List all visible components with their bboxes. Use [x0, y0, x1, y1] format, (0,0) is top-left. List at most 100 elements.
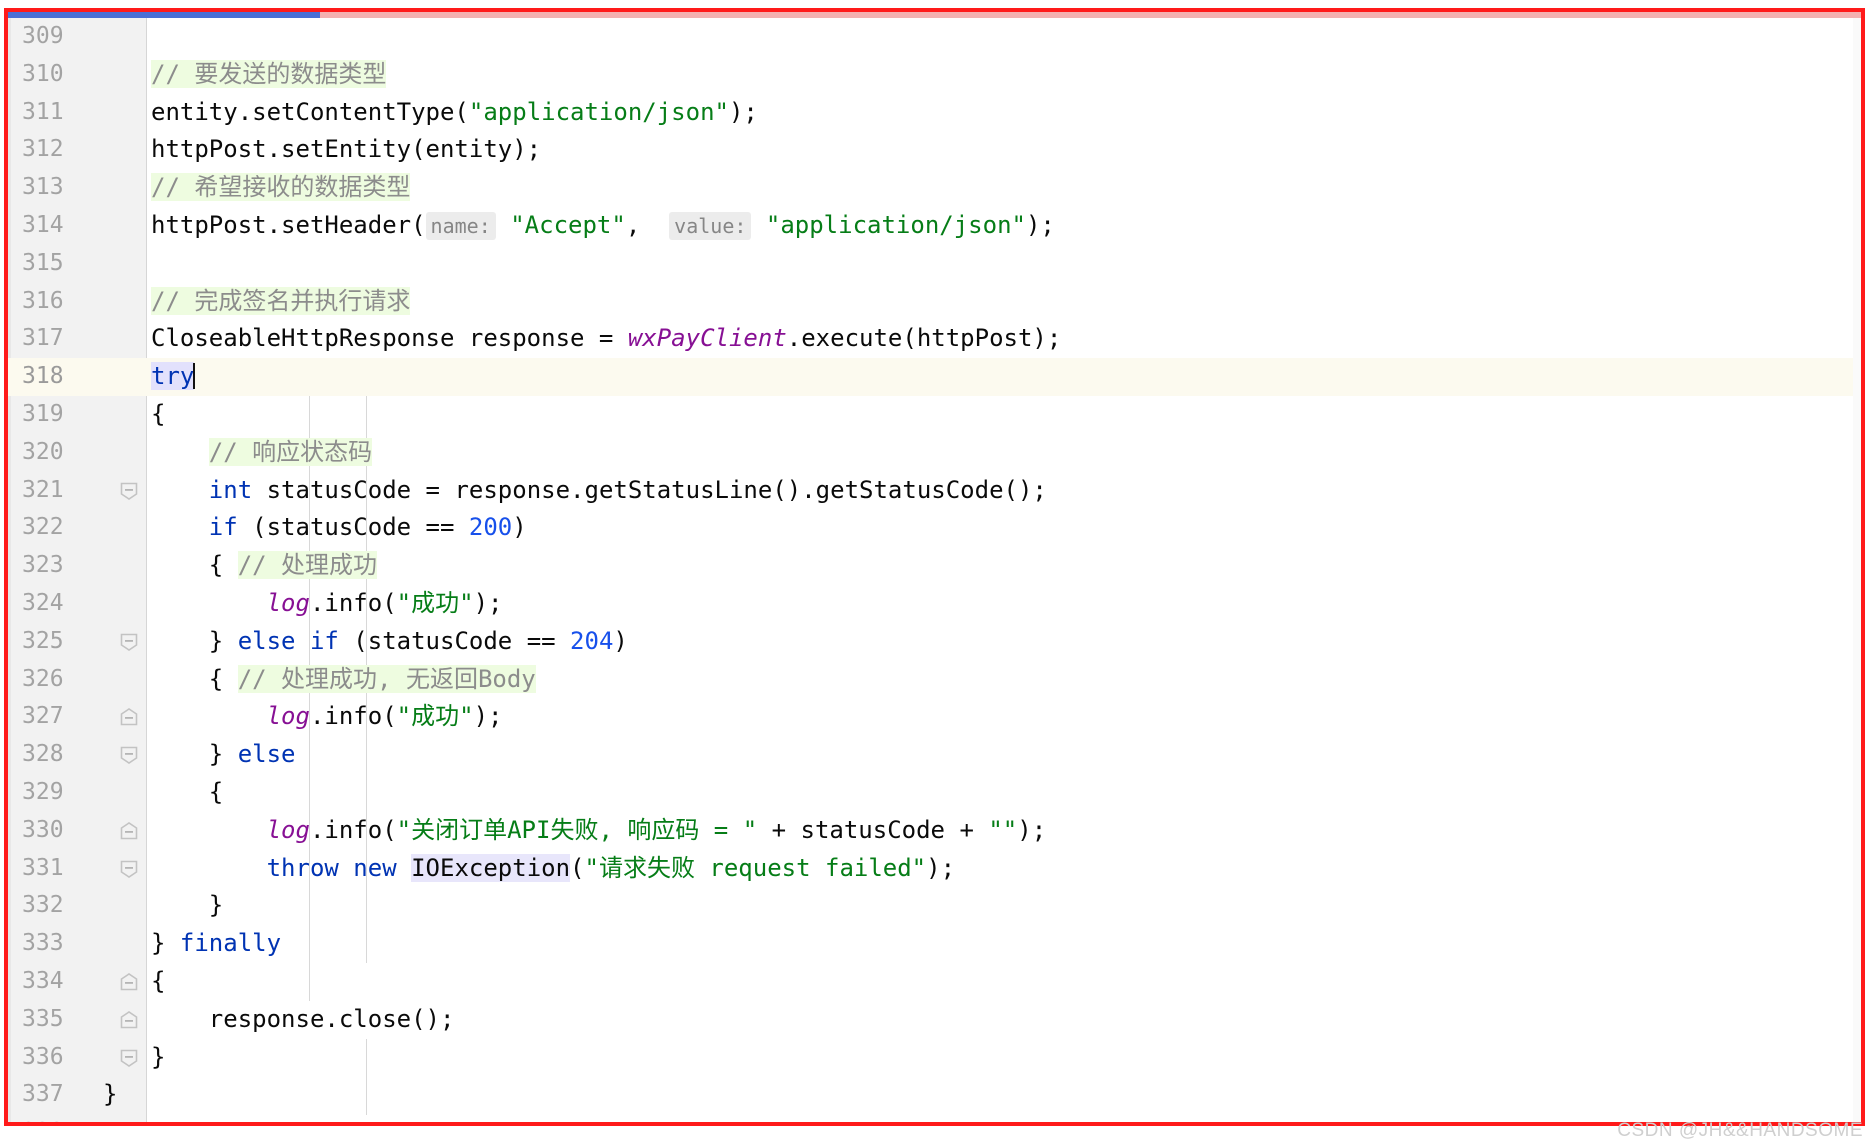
occurrence-highlight: IOException: [411, 853, 571, 882]
line-content: } finally: [151, 929, 282, 958]
line-number: 311: [22, 98, 64, 125]
line-number: 309: [22, 23, 64, 49]
code-lines[interactable]: 309 310 // 要发送的数据类型 311 entity.setConten…: [8, 18, 1861, 1122]
line-number: 322: [22, 514, 64, 541]
text-caret: [193, 363, 196, 390]
code-line[interactable]: 319 {: [8, 396, 1861, 500]
fold-toggle-down-icon[interactable]: [120, 973, 138, 1067]
code-line[interactable]: 323 { // 处理成功: [8, 547, 1861, 651]
line-number: 328: [22, 741, 64, 768]
line-content: log.info("成功");: [266, 702, 503, 731]
code-line[interactable]: 338: [8, 1114, 1861, 1122]
line-content: }: [151, 891, 224, 920]
code-line[interactable]: 330 log.info("关闭订单API失败, 响应码 = " + statu…: [8, 812, 1861, 850]
editor-surface[interactable]: 309 310 // 要发送的数据类型 311 entity.setConten…: [8, 18, 1861, 1122]
code-line[interactable]: 311 entity.setContentType("application/j…: [8, 94, 1861, 132]
vertical-scrollbar[interactable]: [1853, 18, 1861, 1122]
code-line[interactable]: 327 log.info("成功");: [8, 698, 1861, 736]
watermark: CSDN @JH&&HANDSOME: [1617, 1120, 1863, 1141]
line-content: if (statusCode == 200): [208, 513, 527, 542]
code-line[interactable]: 331 throw new IOException("请求失败 request …: [8, 850, 1861, 888]
line-content: // 响应状态码: [208, 437, 373, 466]
code-line[interactable]: 337 }: [8, 1076, 1861, 1114]
fold-toggle-up-icon[interactable]: [120, 1086, 138, 1104]
fold-toggle-down-icon[interactable]: [120, 406, 138, 500]
line-number: 329: [22, 778, 64, 805]
parameter-hint-name: name:: [425, 211, 496, 240]
code-line[interactable]: 328 } else: [8, 736, 1861, 840]
line-number: 316: [22, 287, 64, 314]
code-line[interactable]: 326 { // 处理成功, 无返回Body: [8, 661, 1861, 765]
fold-toggle-down-icon[interactable]: [120, 671, 138, 765]
line-number: 334: [22, 967, 64, 994]
parameter-hint-value: value:: [669, 211, 752, 240]
line-number: 336: [22, 1043, 64, 1070]
line-number: 321: [22, 476, 64, 503]
line-content: log.info("成功");: [266, 588, 503, 617]
fold-toggle-down-icon[interactable]: [120, 784, 138, 878]
line-number: 324: [22, 589, 64, 616]
code-line[interactable]: 313 // 希望接收的数据类型: [8, 169, 1861, 207]
line-content: {: [151, 966, 166, 995]
line-number: 331: [22, 854, 64, 881]
line-content: } else if (statusCode == 204): [151, 626, 628, 655]
code-line[interactable]: 325 } else if (statusCode == 204): [8, 623, 1861, 726]
fold-toggle-up-icon[interactable]: [120, 1049, 138, 1067]
code-line[interactable]: 336 }: [8, 1039, 1861, 1077]
code-line[interactable]: 314 httpPost.setHeader(name: "Accept", v…: [8, 207, 1861, 245]
line-content: entity.setContentType("application/json"…: [151, 97, 758, 126]
code-line[interactable]: 335 response.close();: [8, 1001, 1861, 1039]
line-number: 313: [22, 174, 64, 201]
fold-toggle-up-icon[interactable]: [120, 746, 138, 840]
indexing-progress-bar: [8, 12, 1861, 18]
line-content: } else: [151, 740, 296, 769]
fold-toggle-down-icon[interactable]: [120, 557, 138, 651]
line-content: // 希望接收的数据类型: [151, 173, 411, 202]
line-content: }: [103, 1080, 118, 1109]
code-line[interactable]: 322 if (statusCode == 200): [8, 509, 1861, 547]
code-line[interactable]: 312 httpPost.setEntity(entity);: [8, 131, 1861, 169]
line-content: httpPost.setEntity(entity);: [151, 135, 542, 164]
fold-toggle-up-icon[interactable]: [120, 897, 138, 991]
indexing-progress-fill: [8, 12, 320, 18]
line-content: log.info("关闭订单API失败, 响应码 = " + statusCod…: [266, 815, 1047, 844]
code-line[interactable]: 321 int statusCode = response.getStatusL…: [8, 472, 1861, 510]
line-content: httpPost.setHeader(name: "Accept", value…: [151, 210, 1055, 240]
line-content: { // 处理成功, 无返回Body: [151, 664, 536, 693]
code-line[interactable]: 310 // 要发送的数据类型: [8, 56, 1861, 94]
line-number: 318: [22, 363, 64, 390]
line-number: 317: [22, 325, 64, 352]
code-line[interactable]: 332 }: [8, 887, 1861, 991]
line-number: 330: [22, 816, 64, 843]
line-number: 337: [22, 1081, 64, 1108]
code-line[interactable]: 334 {: [8, 963, 1861, 1067]
line-content: { // 处理成功: [151, 551, 378, 580]
code-line[interactable]: 317 CloseableHttpResponse response = wxP…: [8, 320, 1861, 358]
line-content: // 完成签名并执行请求: [151, 286, 411, 315]
code-line-current[interactable]: 318 try: [8, 358, 1861, 396]
line-number: 332: [22, 892, 64, 919]
fold-toggle-up-icon[interactable]: [120, 935, 138, 1029]
line-number: 327: [22, 703, 64, 730]
code-line[interactable]: 316 // 完成签名并执行请求: [8, 283, 1861, 321]
line-number: 312: [22, 136, 64, 163]
fold-toggle-up-icon[interactable]: [120, 633, 138, 726]
line-number: 310: [22, 60, 64, 87]
line-number: 338: [8, 1114, 86, 1122]
code-line[interactable]: 324 log.info("成功");: [8, 585, 1861, 623]
line-number: 325: [22, 627, 64, 654]
line-number: 319: [22, 400, 64, 427]
line-number: 315: [22, 249, 64, 276]
selected-token: try: [151, 362, 195, 391]
code-line[interactable]: 333 } finally: [8, 925, 1861, 1029]
line-number: 335: [22, 1005, 64, 1032]
code-line[interactable]: 329 {: [8, 774, 1861, 878]
line-content: response.close();: [151, 1004, 455, 1033]
line-content: try: [151, 358, 196, 396]
code-line[interactable]: 309: [8, 18, 1861, 56]
line-number: 326: [22, 665, 64, 692]
line-content: CloseableHttpResponse response = wxPayCl…: [151, 324, 1062, 353]
line-content: {: [151, 399, 166, 428]
code-line[interactable]: 315: [8, 245, 1861, 283]
code-line[interactable]: 320 // 响应状态码: [8, 434, 1861, 472]
